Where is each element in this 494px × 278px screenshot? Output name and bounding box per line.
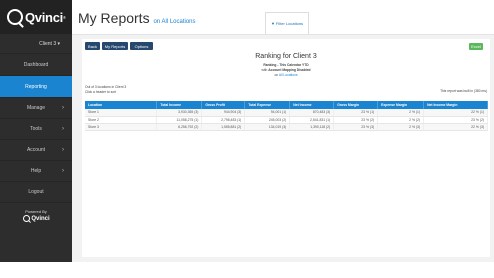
powered-by-brand: Qvinci [31, 215, 50, 222]
cell-total-expense: 245,003 (2) [244, 116, 291, 124]
filter-locations-tab[interactable]: ▼ Filter Locations [265, 12, 309, 34]
cell-net-income: 2,541,831 (1) [289, 116, 335, 124]
powered-by-label: Powered By [25, 209, 47, 214]
cell-gross-profit: 1,555,881 (2) [201, 123, 246, 131]
cell-gross-profit: 2,798,483 (1) [201, 116, 246, 124]
cell-total-income: 6,256,792 (2) [156, 123, 203, 131]
column-header-total-income[interactable]: Total Income [156, 101, 203, 109]
page-title-text: My Reports [78, 10, 150, 26]
back-button[interactable]: Back [85, 42, 100, 50]
table-header-row: Location Total Income Gross Profit Total… [85, 101, 488, 109]
column-header-net-income[interactable]: Net Income [289, 101, 335, 109]
brand-logo[interactable]: Qvinci ® [0, 0, 72, 34]
cell-location: Store 3 [85, 123, 158, 131]
locations-count-note: Out of 3 locations in Client 3 [85, 85, 127, 89]
sidebar: Qvinci ® Client 3 ▾ Dashboard Reporting M… [0, 0, 72, 262]
table-row: Store 3 6,256,792 (2) 1,555,881 (2) 134,… [85, 123, 488, 131]
chevron-right-icon: › [62, 126, 64, 132]
cell-total-income: 3,930,355 (3) [156, 109, 203, 117]
chevron-right-icon: › [62, 147, 64, 153]
page-title: My Reports on All Locations [78, 10, 196, 26]
powered-by-logo: Qvinci [0, 215, 72, 222]
cell-expense-margin: 2 % (1) [377, 109, 425, 117]
cell-location: Store 1 [85, 109, 158, 117]
cell-total-expense: 134,019 (3) [244, 123, 291, 131]
sidebar-item-label: Dashboard [23, 61, 49, 68]
my-reports-button[interactable]: My Reports [102, 42, 128, 50]
all-locations-link[interactable]: All Locations [279, 73, 298, 77]
cell-net-income: 1,390,118 (2) [289, 123, 335, 131]
column-header-gross-margin[interactable]: Gross Margin [333, 101, 379, 109]
content-area: Back My Reports Options Excel Ranking fo… [72, 35, 494, 262]
table-row: Store 1 3,930,355 (3) 944,904 (3) 94,001… [85, 109, 488, 117]
client-selector[interactable]: Client 3 ▾ [0, 34, 72, 54]
cell-expense-margin: 2 % (2) [377, 116, 425, 124]
sidebar-item-dashboard[interactable]: Dashboard [0, 54, 72, 76]
sidebar-item-manage[interactable]: Manage › [0, 98, 72, 119]
cell-net-income-margin: 22 % (3) [423, 123, 488, 131]
cell-gross-margin: 23 % (3) [333, 123, 379, 131]
sidebar-item-logout[interactable]: Logout [0, 182, 72, 203]
qvinci-logo-icon [7, 9, 23, 25]
cell-total-income: 11,058,275 (1) [156, 116, 203, 124]
filter-locations-label: Filter Locations [275, 21, 304, 26]
brand-name: Qvinci [25, 9, 63, 25]
sidebar-item-label: Tools [30, 126, 42, 132]
sidebar-item-help[interactable]: Help › [0, 161, 72, 182]
report-title: Ranking for Client 3 [255, 53, 317, 60]
page-subtitle-link[interactable]: on All Locations [153, 19, 195, 25]
report-period: Ranking - This Calendar YTD [263, 63, 309, 67]
cell-total-expense: 94,001 (1) [244, 109, 291, 117]
sidebar-item-label: Reporting [25, 83, 47, 90]
sidebar-item-label: Account [26, 147, 46, 153]
filter-icon: ▼ [270, 21, 275, 26]
report-locations-note: on All Locations [274, 73, 298, 77]
cell-net-income: 870,483 (3) [289, 109, 335, 117]
report-panel: Back My Reports Options Excel Ranking fo… [82, 39, 490, 257]
cell-gross-margin: 23 % (2) [333, 116, 379, 124]
cell-net-income-margin: 22 % (1) [423, 109, 488, 117]
cell-expense-margin: 2 % (3) [377, 123, 425, 131]
column-header-total-expense[interactable]: Total Expense [244, 101, 291, 109]
chevron-right-icon: › [62, 105, 64, 111]
cell-gross-margin: 23 % (1) [333, 109, 379, 117]
column-header-net-income-margin[interactable]: Net Income Margin [423, 101, 488, 109]
cell-net-income-margin: 23 % (2) [423, 116, 488, 124]
sidebar-item-account[interactable]: Account › [0, 140, 72, 161]
sort-hint: Click a header to sort [85, 90, 117, 94]
sidebar-item-label: Logout [28, 189, 44, 195]
powered-by: Powered By Qvinci [0, 209, 72, 222]
sidebar-item-reporting[interactable]: Reporting [0, 76, 72, 98]
chevron-right-icon: › [62, 168, 64, 174]
page-header: My Reports on All Locations ▼ Filter Loc… [72, 0, 494, 35]
sidebar-item-label: Manage [26, 105, 46, 111]
table-row: Store 2 11,058,275 (1) 2,798,483 (1) 245… [85, 116, 488, 124]
cell-location: Store 2 [85, 116, 158, 124]
column-header-expense-margin[interactable]: Expense Margin [377, 101, 425, 109]
column-header-location[interactable]: Location [85, 101, 158, 109]
options-button[interactable]: Options [130, 42, 153, 50]
report-mapping-note: with Account Mapping Disabled [261, 68, 311, 72]
build-time-note: This report was built in (380 ms) [440, 89, 487, 93]
ranking-table: Location Total Income Gross Profit Total… [85, 101, 488, 131]
column-header-gross-profit[interactable]: Gross Profit [201, 101, 246, 109]
qvinci-logo-icon [23, 215, 31, 222]
sidebar-item-label: Help [30, 168, 42, 174]
cell-gross-profit: 944,904 (3) [201, 109, 246, 117]
excel-export-button[interactable]: Excel [469, 43, 483, 50]
sidebar-item-tools[interactable]: Tools › [0, 119, 72, 140]
